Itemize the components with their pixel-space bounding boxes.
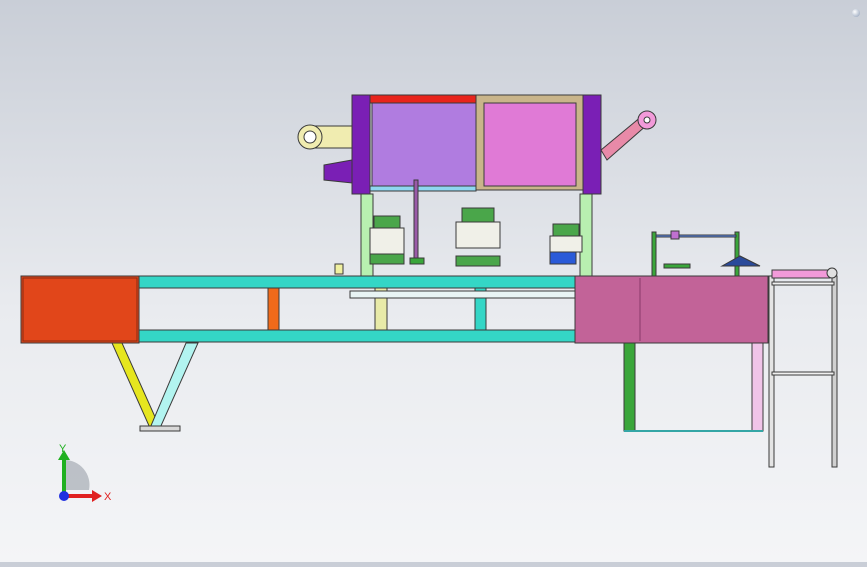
guide-slider bbox=[670, 230, 680, 240]
guide-wedge bbox=[720, 255, 761, 267]
tension-wheel-hub bbox=[643, 116, 651, 124]
station-2-base bbox=[455, 255, 501, 267]
upper-rail bbox=[138, 275, 576, 289]
guide-clamp bbox=[663, 263, 691, 269]
triad-y-label: Y bbox=[59, 443, 67, 455]
machine-model-drawing[interactable] bbox=[0, 0, 867, 562]
left-foot-plate bbox=[139, 425, 181, 432]
guide-rod bbox=[655, 234, 737, 238]
station-2-body bbox=[455, 221, 501, 249]
left-support-leg-cyan bbox=[149, 342, 199, 429]
left-orange-cabinet bbox=[20, 275, 140, 344]
right-support-pink bbox=[751, 342, 764, 432]
station-2-top bbox=[461, 207, 495, 223]
chamber-right-window bbox=[483, 102, 577, 187]
left-support-leg-yellow bbox=[111, 342, 161, 429]
right-support-green bbox=[623, 342, 636, 432]
triad-x-arrow bbox=[92, 490, 102, 502]
center-rod bbox=[413, 179, 419, 261]
triad-rotation-arc bbox=[64, 459, 90, 490]
chamber-right-frame bbox=[582, 94, 602, 195]
coordinate-triad-icon: Y X bbox=[58, 443, 112, 503]
film-roll-end bbox=[826, 267, 838, 279]
stand-top-bar bbox=[771, 281, 835, 286]
chamber-left-frame bbox=[351, 94, 371, 195]
viewport-corner-icon[interactable] bbox=[852, 9, 860, 17]
cad-viewport[interactable]: Y X bbox=[0, 0, 867, 562]
station-3-blue-block bbox=[549, 251, 577, 265]
roll-core bbox=[303, 130, 317, 144]
column-right bbox=[579, 193, 593, 277]
lower-rail bbox=[138, 329, 576, 343]
station-3-body bbox=[549, 235, 583, 253]
center-rod-foot bbox=[409, 257, 425, 265]
chamber-top-bar bbox=[369, 94, 477, 104]
station-1-base bbox=[369, 253, 405, 265]
chamber-left-window bbox=[371, 102, 477, 189]
right-pink-cabinet bbox=[574, 275, 769, 344]
chamber-left-sill bbox=[369, 185, 477, 192]
orange-post bbox=[267, 287, 280, 331]
guide-post-left bbox=[651, 231, 657, 277]
guide-post-right bbox=[734, 231, 740, 277]
station-1-body bbox=[369, 227, 405, 255]
station-1-top bbox=[373, 215, 401, 229]
inner-guide-bar bbox=[349, 290, 576, 299]
small-sensor bbox=[334, 263, 344, 275]
triad-z-axis bbox=[59, 491, 69, 501]
chamber-bracket bbox=[323, 159, 353, 184]
station-3-top bbox=[552, 223, 580, 237]
stand-cross-bar bbox=[771, 371, 835, 376]
film-roll bbox=[771, 269, 831, 279]
triad-x-label: X bbox=[104, 491, 112, 503]
